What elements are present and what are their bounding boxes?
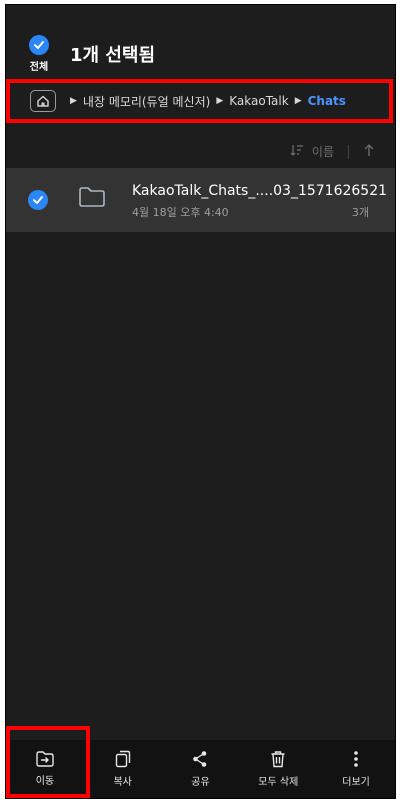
- share-icon: [193, 751, 207, 767]
- folder-icon: [78, 186, 106, 212]
- checkbox-checked-icon[interactable]: [28, 190, 48, 210]
- select-all-toggle[interactable]: 전체: [26, 35, 52, 73]
- breadcrumb: ▶ 내장 메모리(듀얼 메신저) ▶ KakaoTalk ▶ Chats: [6, 79, 393, 123]
- chevron-right-icon: ▶: [216, 96, 224, 106]
- list-item[interactable]: KakaoTalk_Chats_....03_1571626521 4월 18일…: [6, 168, 395, 232]
- more-vertical-icon: [354, 751, 358, 767]
- sort-bar: 이름: [290, 143, 375, 160]
- file-date: 4월 18일 오후 4:40: [132, 206, 229, 219]
- breadcrumb-item-internal-storage[interactable]: 내장 메모리(듀얼 메신저): [83, 93, 210, 110]
- sort-label[interactable]: 이름: [312, 143, 334, 160]
- select-all-label: 전체: [29, 62, 49, 73]
- checkmark-icon: [29, 35, 49, 55]
- delete-all-label: 모두 삭제: [258, 777, 299, 788]
- chevron-right-icon: ▶: [294, 96, 302, 106]
- home-icon[interactable]: [30, 90, 56, 112]
- arrow-up-icon[interactable]: [363, 143, 375, 160]
- move-highlight-box: [6, 726, 90, 798]
- share-label: 공유: [191, 777, 210, 788]
- chevron-right-icon: ▶: [70, 96, 77, 106]
- page-title: 1개 선택됨: [70, 45, 156, 66]
- trash-icon: [271, 751, 285, 768]
- copy-button[interactable]: 복사: [84, 740, 162, 798]
- delete-all-button[interactable]: 모두 삭제: [239, 740, 317, 798]
- sort-icon[interactable]: [290, 144, 304, 159]
- sort-divider: [348, 144, 349, 159]
- more-label: 더보기: [342, 777, 370, 788]
- more-button[interactable]: 더보기: [317, 740, 395, 798]
- copy-label: 복사: [113, 777, 132, 788]
- file-name: KakaoTalk_Chats_....03_1571626521: [132, 183, 388, 199]
- breadcrumb-item-kakaotalk[interactable]: KakaoTalk: [229, 94, 288, 108]
- copy-icon: [115, 750, 130, 768]
- breadcrumb-item-current: Chats: [307, 94, 346, 108]
- file-count: 3개: [351, 206, 369, 219]
- share-button[interactable]: 공유: [162, 740, 240, 798]
- app-screen: 전체 1개 선택됨 ▶ 내장 메모리(듀얼 메신저) ▶ KakaoTalk ▶…: [5, 4, 396, 799]
